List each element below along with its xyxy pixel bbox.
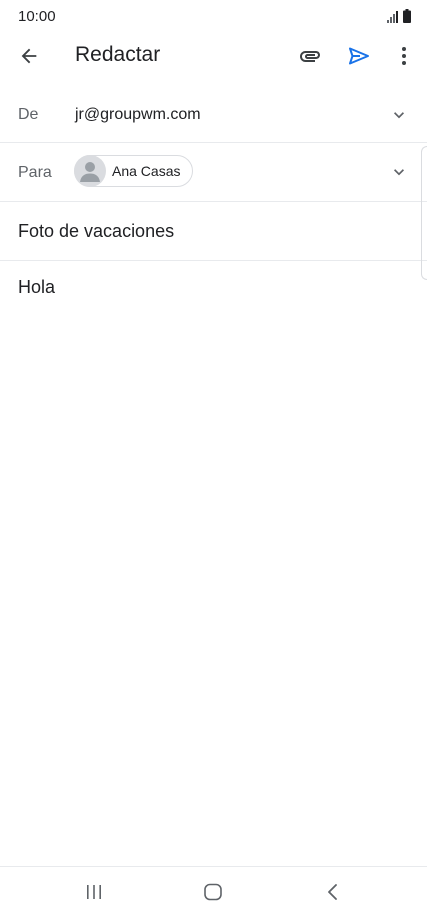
- more-vert-icon[interactable]: [384, 36, 424, 76]
- nav-back-icon[interactable]: [313, 877, 353, 907]
- signal-icon: [387, 10, 399, 28]
- body-field[interactable]: Hola: [18, 277, 55, 298]
- from-address[interactable]: jr@groupwm.com: [75, 106, 201, 124]
- status-icons: [387, 9, 411, 28]
- home-icon[interactable]: [193, 877, 233, 907]
- app-bar: Redactar: [0, 34, 427, 78]
- subject-row[interactable]: Foto de vacaciones: [0, 202, 427, 261]
- status-bar: 10:00: [0, 0, 427, 34]
- chevron-down-icon[interactable]: [389, 162, 409, 182]
- battery-icon: [403, 9, 411, 28]
- status-time: 10:00: [18, 8, 56, 25]
- avatar: [74, 155, 106, 187]
- to-row[interactable]: Para Ana Casas: [0, 143, 427, 202]
- from-label: De: [18, 106, 39, 123]
- subject-field[interactable]: Foto de vacaciones: [18, 221, 174, 242]
- scroll-handle[interactable]: [421, 146, 427, 280]
- page-title: Redactar: [75, 43, 161, 66]
- recipient-name: Ana Casas: [112, 163, 181, 179]
- arrow-back-icon[interactable]: [9, 36, 49, 76]
- from-row[interactable]: De jr@groupwm.com: [0, 88, 427, 143]
- recents-icon[interactable]: [74, 877, 114, 907]
- send-icon[interactable]: [339, 36, 379, 76]
- to-label: Para: [18, 164, 52, 181]
- paperclip-icon[interactable]: [290, 36, 330, 76]
- chevron-down-icon[interactable]: [389, 105, 409, 125]
- recipient-chip[interactable]: Ana Casas: [74, 155, 194, 187]
- nav-bar: [0, 866, 427, 917]
